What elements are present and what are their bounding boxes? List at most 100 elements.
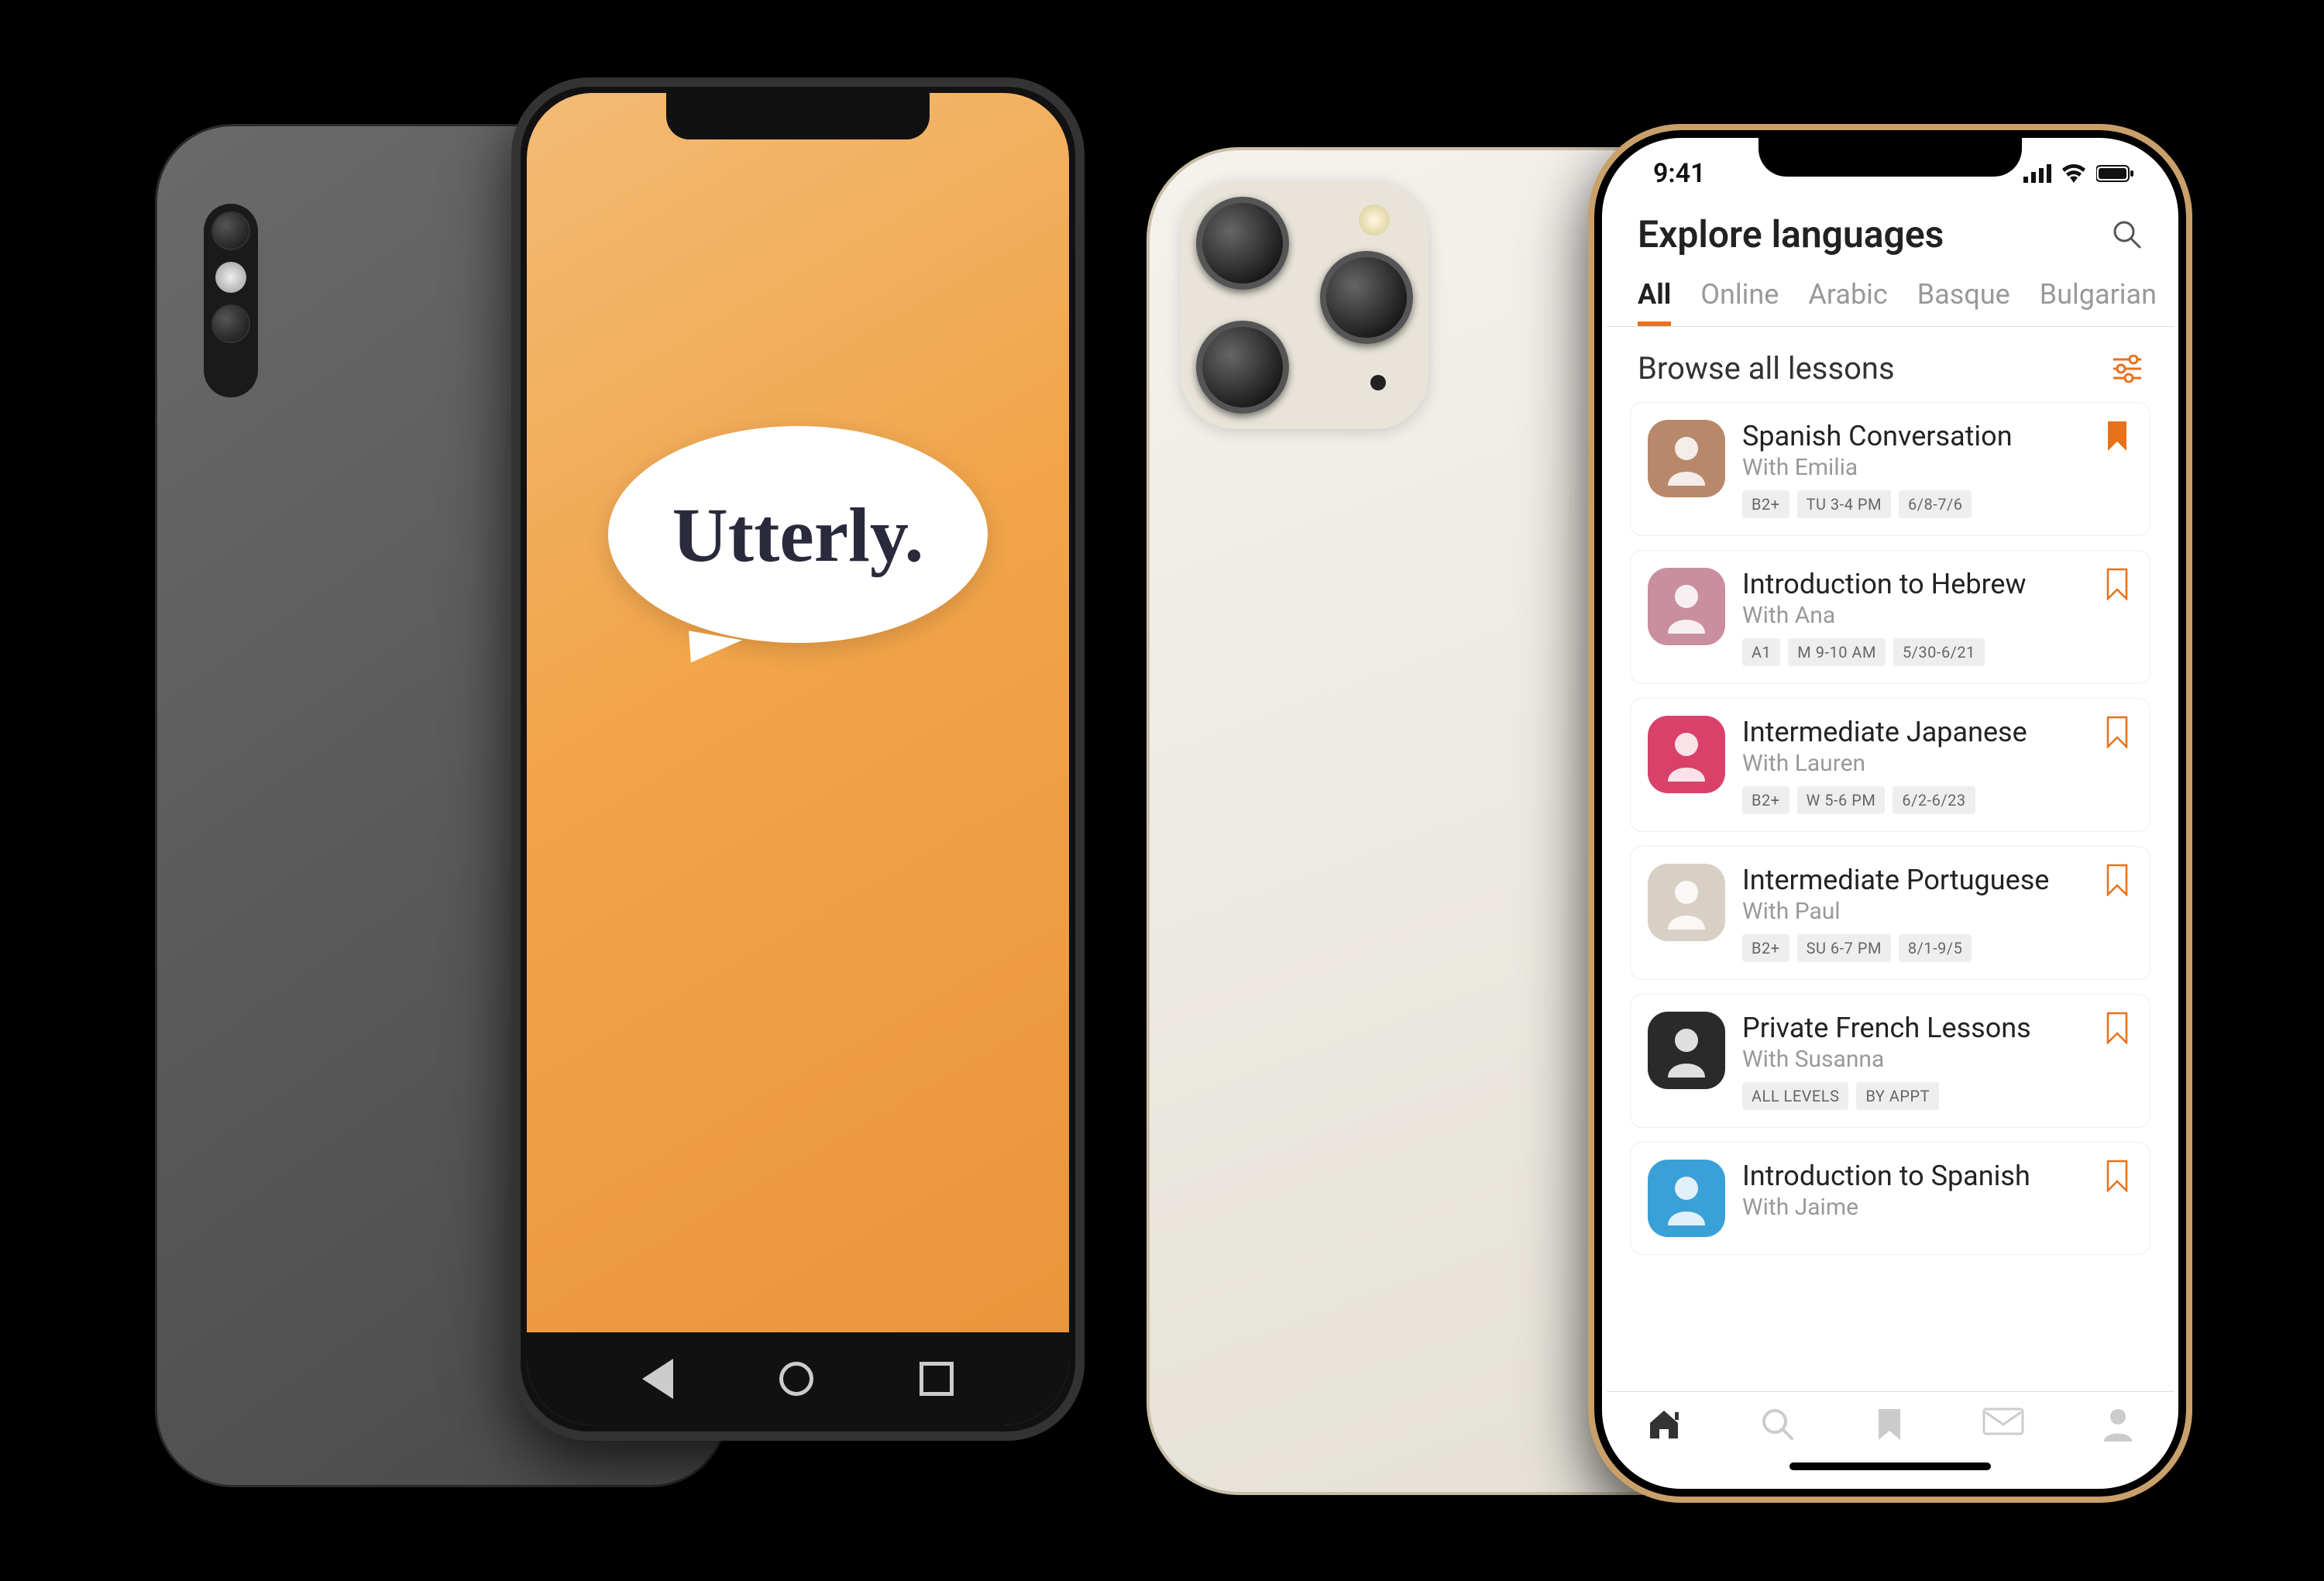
chip: B2+ [1742, 786, 1789, 814]
chip: B2+ [1742, 934, 1789, 962]
chip: B2+ [1742, 490, 1789, 518]
lesson-card[interactable]: Introduction to SpanishWith Jaime [1630, 1142, 2150, 1255]
camera-flash-icon [1359, 204, 1390, 235]
lessons-list[interactable]: Spanish ConversationWith EmiliaB2+TU 3-4… [1607, 402, 2174, 1391]
lesson-instructor: With Jaime [1742, 1194, 2088, 1221]
bookmark-icon [2105, 568, 2130, 600]
person-icon [1663, 1023, 1710, 1077]
lesson-instructor: With Lauren [1742, 750, 2088, 777]
camera-lens-icon [211, 211, 250, 250]
chip: SU 6-7 PM [1797, 934, 1891, 962]
lesson-chips: A1M 9-10 AM5/30-6/21 [1742, 638, 2088, 666]
page-title: Explore languages [1638, 212, 1944, 256]
home-icon[interactable] [779, 1362, 813, 1396]
lesson-info: Private French LessonsWith Susanna ALL LE… [1742, 1012, 2088, 1110]
instructor-avatar [1648, 420, 1725, 497]
tab-bookmarks[interactable] [1874, 1406, 1905, 1443]
person-icon [1663, 579, 1710, 634]
lesson-title: Introduction to Spanish [1742, 1160, 2088, 1192]
tab-arabic[interactable]: Arabic [1808, 278, 1887, 326]
bookmark-button[interactable] [2105, 864, 2133, 896]
notch [666, 93, 930, 139]
search-icon [1759, 1406, 1796, 1443]
person-icon [1663, 1171, 1710, 1225]
tab-profile[interactable] [2101, 1406, 2135, 1443]
notch [1758, 130, 2022, 177]
chip: BY APPT [1856, 1082, 1939, 1110]
camera-lens-icon [1196, 197, 1289, 290]
bookmark-button[interactable] [2105, 1012, 2133, 1044]
instructor-avatar [1648, 1012, 1725, 1089]
chip: 6/8-7/6 [1899, 490, 1972, 518]
recents-icon[interactable] [920, 1362, 954, 1396]
chip: TU 3-4 PM [1797, 490, 1891, 518]
battery-icon [2096, 164, 2135, 183]
right-phone-pair: 9:41 Explore languages [1147, 124, 2192, 1518]
tab-all[interactable]: All [1638, 278, 1671, 326]
lesson-chips: B2+ TU 3-4 PM 6/8-7/6 [1742, 490, 2088, 518]
lesson-card[interactable]: Intermediate PortugueseWith Paul B2+ SU 6-… [1630, 846, 2150, 980]
instructor-avatar [1648, 568, 1725, 645]
lesson-instructor: With Emilia [1742, 454, 2088, 481]
person-icon [2101, 1406, 2135, 1443]
bookmark-icon [1874, 1406, 1905, 1443]
splash-screen: Utterly. [527, 93, 1069, 1425]
filter-button[interactable] [2112, 355, 2143, 383]
lesson-instructor: With Ana [1742, 602, 2088, 629]
lesson-instructor: With Susanna [1742, 1046, 2088, 1073]
chip: 5/30-6/21 [1893, 638, 1985, 666]
tab-bulgarian[interactable]: Bulgarian [2040, 278, 2157, 326]
camera-module [1181, 181, 1428, 429]
chip: A1 [1742, 638, 1780, 666]
back-icon[interactable] [642, 1359, 673, 1399]
iphone-front: 9:41 Explore languages [1588, 124, 2192, 1503]
camera-lens-icon [1196, 321, 1289, 414]
mail-icon [1982, 1406, 2024, 1437]
lesson-title: Private French Lessons [1742, 1012, 2088, 1044]
tab-online[interactable]: Online [1700, 278, 1779, 326]
android-navbar [527, 1332, 1069, 1425]
instructor-avatar [1648, 864, 1725, 941]
section-title: Browse all lessons [1638, 350, 1895, 387]
brand-name: Utterly. [672, 490, 924, 579]
brand-speech-bubble: Utterly. [608, 426, 988, 643]
bookmark-button[interactable] [2105, 568, 2133, 600]
tab-home[interactable] [1645, 1406, 1683, 1443]
section-header: Browse all lessons [1607, 327, 2174, 402]
lesson-instructor: With Paul [1742, 898, 2088, 925]
lesson-info: Introduction to HebrewWith AnaA1M 9-10 A… [1742, 568, 2088, 666]
android-phone-front: Utterly. [511, 77, 1085, 1441]
page-header: Explore languages [1607, 204, 2174, 256]
lesson-title: Intermediate Portuguese [1742, 864, 2088, 896]
lesson-card[interactable]: Spanish ConversationWith EmiliaB2+TU 3-4… [1630, 402, 2150, 536]
lesson-chips: B2+ W 5-6 PM6/2-6/23 [1742, 786, 2088, 814]
tab-messages[interactable] [1982, 1406, 2024, 1437]
lesson-info: Intermediate JapaneseWith Lauren B2+ W 5-6… [1742, 716, 2088, 814]
chip: 6/2-6/23 [1893, 786, 1975, 814]
lesson-card[interactable]: Intermediate JapaneseWith Lauren B2+ W 5-6… [1630, 698, 2150, 832]
home-indicator[interactable] [1789, 1462, 1991, 1470]
tab-search[interactable] [1759, 1406, 1796, 1443]
lesson-card[interactable]: Introduction to HebrewWith AnaA1M 9-10 A… [1630, 550, 2150, 684]
wifi-icon [2061, 164, 2087, 183]
bookmark-button[interactable] [2105, 716, 2133, 748]
lesson-chips: ALL LEVELSBY APPT [1742, 1082, 2088, 1110]
person-icon [1663, 875, 1710, 930]
tab-basque[interactable]: Basque [1917, 278, 2010, 326]
person-icon [1663, 431, 1710, 486]
bookmark-button[interactable] [2105, 1160, 2133, 1192]
bookmark-button[interactable] [2105, 420, 2133, 452]
lesson-title: Intermediate Japanese [1742, 716, 2088, 748]
search-icon [2112, 219, 2143, 250]
chip: W 5-6 PM [1797, 786, 1886, 814]
lesson-chips: B2+SU 6-7 PM8/1-9/5 [1742, 934, 2088, 962]
sliders-icon [2112, 355, 2143, 383]
camera-sensor-icon [1370, 375, 1386, 390]
lesson-card[interactable]: Private French LessonsWith Susanna ALL LE… [1630, 994, 2150, 1128]
bookmark-icon [2105, 716, 2130, 748]
camera-lens-icon [1320, 251, 1413, 344]
camera-lens-icon [211, 304, 250, 343]
search-button[interactable] [2112, 219, 2143, 250]
instructor-avatar [1648, 716, 1725, 793]
bookmark-icon [2105, 420, 2130, 452]
